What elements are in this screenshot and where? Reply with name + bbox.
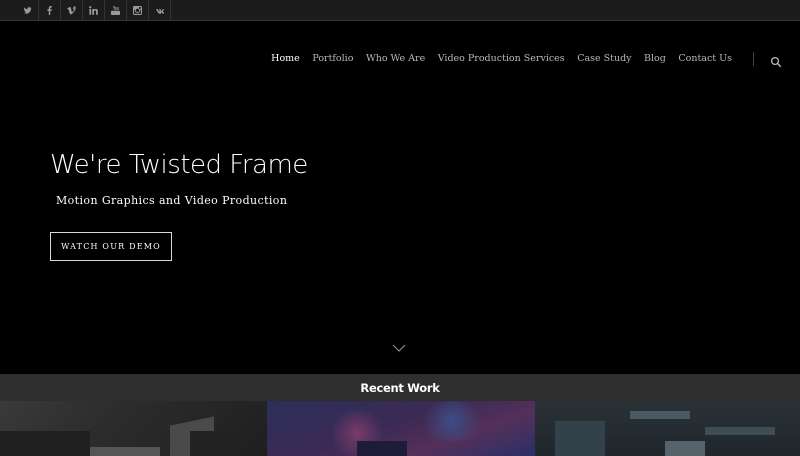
nav-item-contact-us[interactable]: Contact Us [678, 52, 732, 66]
top-social-bar [0, 0, 800, 21]
hero-title: We're Twisted Frame [50, 150, 308, 180]
nav-item-home[interactable]: Home [271, 52, 300, 66]
nav-item-case-study[interactable]: Case Study [577, 52, 631, 66]
portfolio-thumbnail[interactable] [267, 401, 535, 456]
nav-divider [753, 52, 754, 66]
linkedin-icon[interactable] [83, 0, 105, 20]
twitter-icon[interactable] [17, 0, 39, 20]
youtube-icon[interactable] [105, 0, 127, 20]
nav-item-portfolio[interactable]: Portfolio [312, 52, 353, 66]
chevron-down-icon[interactable] [392, 338, 406, 352]
nav-item-video-production-services[interactable]: Video Production Services [438, 52, 565, 66]
hero-subtitle: Motion Graphics and Video Production [56, 194, 288, 207]
instagram-icon[interactable] [127, 0, 149, 20]
portfolio-thumbnail[interactable] [535, 401, 800, 456]
main-navigation: Home Portfolio Who We Are Video Producti… [259, 52, 732, 66]
recent-work-title: Recent Work [360, 380, 440, 395]
facebook-icon[interactable] [39, 0, 61, 20]
recent-work-header: Recent Work [0, 374, 800, 401]
watch-demo-button[interactable]: WATCH OUR DEMO [50, 232, 172, 261]
recent-work-gallery [0, 401, 800, 456]
nav-item-who-we-are[interactable]: Who We Are [366, 52, 425, 66]
portfolio-thumbnail[interactable] [0, 401, 267, 456]
vimeo-icon[interactable] [61, 0, 83, 20]
vk-icon[interactable] [149, 0, 171, 20]
social-links [17, 0, 171, 20]
search-icon[interactable] [770, 53, 782, 68]
nav-item-blog[interactable]: Blog [644, 52, 666, 66]
